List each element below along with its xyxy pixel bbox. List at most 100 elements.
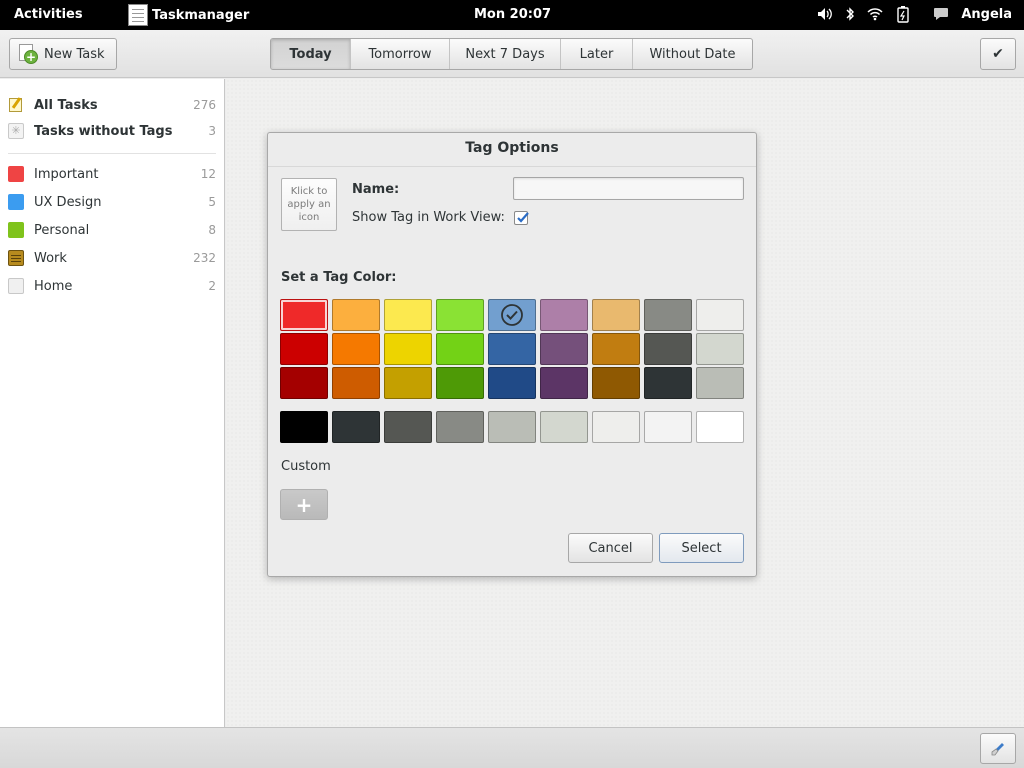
tag-options-dialog: Tag Options Klick to apply an icon Name:…	[267, 132, 757, 577]
sidebar-item-label: Tasks without Tags	[34, 123, 173, 139]
sidebar: All Tasks 276 ✳ Tasks without Tags 3 Imp…	[0, 79, 225, 727]
battery-icon[interactable]	[895, 5, 911, 23]
color-swatch[interactable]	[436, 333, 484, 365]
sidebar-item-label: UX Design	[34, 194, 102, 210]
sidebar-item-label: Personal	[34, 222, 90, 238]
confirm-button[interactable]: ✔	[980, 38, 1016, 70]
sidebar-item-all-tasks[interactable]: All Tasks 276	[8, 95, 216, 115]
selected-check-icon	[501, 304, 523, 326]
custom-color-label: Custom	[281, 459, 331, 474]
color-swatch[interactable]	[696, 333, 744, 365]
sidebar-item-work[interactable]: Work 232	[8, 248, 216, 268]
show-in-work-view-label: Show Tag in Work View:	[352, 210, 505, 225]
color-swatch[interactable]	[280, 333, 328, 365]
tab-later[interactable]: Later	[560, 39, 632, 69]
grayscale-swatch[interactable]	[280, 411, 328, 443]
tag-color-swatch	[8, 166, 24, 182]
sidebar-item-home[interactable]: Home 2	[8, 276, 216, 296]
color-swatch[interactable]	[644, 333, 692, 365]
sidebar-item-tasks-without-tags[interactable]: ✳ Tasks without Tags 3	[8, 121, 216, 141]
tag-icon-picker[interactable]: Klick to apply an icon	[281, 178, 337, 231]
checkmark-icon	[517, 212, 529, 223]
checkmark-icon: ✔	[992, 46, 1004, 62]
tag-name-input[interactable]	[513, 177, 744, 200]
sidebar-item-count: 3	[208, 124, 216, 138]
name-label: Name:	[352, 182, 400, 197]
color-swatch[interactable]	[644, 299, 692, 331]
tab-next-7-days[interactable]: Next 7 Days	[449, 39, 560, 69]
tab-without-date[interactable]: Without Date	[632, 39, 752, 69]
grayscale-swatch[interactable]	[488, 411, 536, 443]
cancel-button[interactable]: Cancel	[568, 533, 653, 563]
color-swatch[interactable]	[540, 333, 588, 365]
color-swatch[interactable]	[332, 333, 380, 365]
top-bar: Activities Taskmanager Mon 20:07 Angela	[0, 0, 1024, 30]
sidebar-item-label: All Tasks	[34, 97, 98, 113]
color-swatch[interactable]	[280, 299, 328, 331]
grayscale-swatch[interactable]	[592, 411, 640, 443]
color-swatch[interactable]	[696, 299, 744, 331]
select-button[interactable]: Select	[659, 533, 744, 563]
cleanup-button[interactable]	[980, 733, 1016, 764]
tag-color-swatch	[8, 194, 24, 210]
color-swatch[interactable]	[592, 333, 640, 365]
clock[interactable]: Mon 20:07	[474, 7, 551, 22]
color-swatch[interactable]	[592, 299, 640, 331]
sidebar-item-label: Home	[34, 278, 73, 294]
color-swatch[interactable]	[332, 367, 380, 399]
color-swatch[interactable]	[488, 299, 536, 331]
tab-today[interactable]: Today	[271, 39, 350, 69]
color-swatch[interactable]	[384, 333, 432, 365]
tag-color-swatch	[8, 222, 24, 238]
color-swatch[interactable]	[540, 299, 588, 331]
dialog-title: Tag Options	[465, 140, 559, 156]
bluetooth-icon[interactable]	[845, 6, 855, 22]
activities-button[interactable]: Activities	[14, 7, 83, 22]
tag-color-swatch	[8, 278, 24, 294]
color-swatch[interactable]	[540, 367, 588, 399]
taskmanager-app-icon	[128, 4, 148, 26]
grayscale-swatch[interactable]	[332, 411, 380, 443]
sidebar-item-important[interactable]: Important 12	[8, 164, 216, 184]
add-custom-color-button[interactable]: +	[280, 489, 328, 520]
color-swatch[interactable]	[592, 367, 640, 399]
sidebar-item-ux-design[interactable]: UX Design 5	[8, 192, 216, 212]
grayscale-swatch[interactable]	[540, 411, 588, 443]
color-swatch[interactable]	[488, 333, 536, 365]
sidebar-item-count: 5	[208, 195, 216, 209]
sidebar-item-count: 232	[193, 251, 216, 265]
color-swatch[interactable]	[280, 367, 328, 399]
color-swatch[interactable]	[332, 299, 380, 331]
grayscale-swatch[interactable]	[696, 411, 744, 443]
color-swatch[interactable]	[436, 299, 484, 331]
color-swatch[interactable]	[384, 299, 432, 331]
app-menu[interactable]: Taskmanager	[128, 3, 249, 27]
grayscale-swatch[interactable]	[644, 411, 692, 443]
show-in-work-view-checkbox[interactable]	[514, 211, 529, 225]
date-filter-tabs: Today Tomorrow Next 7 Days Later Without…	[270, 38, 753, 70]
wifi-icon[interactable]	[867, 7, 883, 21]
grayscale-swatch[interactable]	[384, 411, 432, 443]
tab-tomorrow[interactable]: Tomorrow	[350, 39, 449, 69]
no-tag-icon: ✳	[8, 123, 24, 139]
chat-icon[interactable]	[933, 7, 949, 21]
status-area: Angela	[817, 5, 1012, 23]
grayscale-swatch[interactable]	[436, 411, 484, 443]
sidebar-item-count: 8	[208, 223, 216, 237]
toolbar: + New Task Today Tomorrow Next 7 Days La…	[0, 30, 1024, 78]
new-task-icon: +	[18, 44, 38, 64]
color-swatch[interactable]	[488, 367, 536, 399]
sidebar-item-label: Work	[34, 250, 67, 266]
color-swatch[interactable]	[384, 367, 432, 399]
bottom-bar	[0, 727, 1024, 768]
briefcase-icon	[8, 250, 24, 266]
user-menu[interactable]: Angela	[961, 7, 1012, 22]
color-swatch[interactable]	[436, 367, 484, 399]
volume-icon[interactable]	[817, 7, 833, 21]
notepad-icon	[8, 97, 24, 113]
sidebar-item-personal[interactable]: Personal 8	[8, 220, 216, 240]
color-swatch[interactable]	[696, 367, 744, 399]
dialog-title-divider	[268, 166, 756, 167]
new-task-button[interactable]: + New Task	[9, 38, 117, 70]
color-swatch[interactable]	[644, 367, 692, 399]
